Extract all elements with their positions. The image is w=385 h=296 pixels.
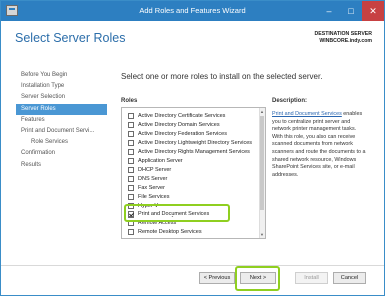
role-label: Fax Server [138, 185, 165, 191]
role-item[interactable]: Active Directory Domain Services [128, 121, 220, 130]
role-label: File Services [138, 194, 170, 200]
role-label: Active Directory Lightweight Directory S… [138, 140, 253, 146]
role-checkbox[interactable] [128, 175, 134, 182]
minimize-button[interactable]: – [318, 1, 340, 21]
role-label: DNS Server [138, 176, 168, 182]
role-label: Active Directory Federation Services [138, 131, 227, 137]
wizard-nav: Before You Begin Installation Type Serve… [16, 70, 107, 171]
title-bar[interactable]: Add Roles and Features Wizard – □ ✕ [1, 1, 384, 21]
destination-server-value: WINBCORE.indy.com [319, 38, 372, 44]
roles-scrollbar[interactable]: ▲ ▼ [259, 108, 265, 238]
nav-item-role-services[interactable]: Role Services [21, 137, 107, 148]
nav-item-features[interactable]: Features [21, 115, 107, 126]
maximize-button[interactable]: □ [340, 1, 362, 21]
previous-button[interactable]: < Previous [199, 272, 235, 284]
cancel-button[interactable]: Cancel [333, 272, 366, 284]
description-label: Description: [272, 98, 308, 104]
role-checkbox[interactable] [128, 130, 134, 137]
next-highlight-frame [235, 266, 280, 291]
nav-item-results[interactable]: Results [21, 160, 107, 171]
role-label: DHCP Server [138, 167, 172, 173]
scroll-down-icon[interactable]: ▼ [260, 232, 264, 237]
scroll-thumb[interactable] [260, 116, 264, 210]
role-label: Active Directory Certificate Services [138, 113, 226, 119]
main-heading: Select one or more roles to install on t… [121, 72, 323, 81]
role-item[interactable]: Active Directory Federation Services [128, 130, 227, 139]
role-checkbox[interactable] [128, 228, 134, 235]
role-checkbox[interactable] [128, 184, 134, 191]
role-item[interactable]: Active Directory Certificate Services [128, 112, 225, 121]
role-item[interactable]: Active Directory Rights Management Servi… [128, 148, 250, 157]
role-label: Application Server [138, 158, 183, 164]
nav-item-confirmation[interactable]: Confirmation [21, 148, 107, 159]
role-item[interactable]: DHCP Server [128, 166, 171, 175]
wizard-window: Add Roles and Features Wizard – □ ✕ Sele… [0, 0, 385, 296]
close-button[interactable]: ✕ [362, 1, 384, 21]
role-item[interactable]: Application Server [128, 157, 183, 166]
nav-item-print-document-services[interactable]: Print and Document Servi... [21, 126, 107, 137]
role-checkbox[interactable] [128, 121, 134, 128]
nav-item-server-selection[interactable]: Server Selection [21, 92, 107, 103]
roles-label: Roles [121, 98, 138, 104]
scroll-up-icon[interactable]: ▲ [260, 109, 264, 114]
nav-item-before-you-begin[interactable]: Before You Begin [21, 70, 107, 81]
role-highlight-frame [124, 204, 230, 222]
page-title: Select Server Roles [15, 31, 126, 45]
role-label: Remote Desktop Services [138, 229, 202, 235]
description-text: Print and Document Services enables you … [272, 111, 368, 179]
role-label: Active Directory Rights Management Servi… [138, 149, 250, 155]
description-body: enables you to centralize print server a… [272, 111, 366, 178]
role-checkbox[interactable] [128, 148, 134, 155]
role-label: Active Directory Domain Services [138, 122, 220, 128]
role-item[interactable]: Fax Server [128, 184, 165, 193]
role-checkbox[interactable] [128, 166, 134, 173]
install-button[interactable]: Install [295, 272, 328, 284]
role-item[interactable]: Remote Desktop Services [128, 228, 202, 237]
nav-item-installation-type[interactable]: Installation Type [21, 81, 107, 92]
footer-divider [1, 265, 384, 266]
description-link[interactable]: Print and Document Services [272, 111, 342, 117]
role-item[interactable]: DNS Server [128, 175, 167, 184]
role-checkbox[interactable] [128, 112, 134, 119]
role-item[interactable]: Active Directory Lightweight Directory S… [128, 139, 252, 148]
role-checkbox[interactable] [128, 139, 134, 146]
nav-item-server-roles[interactable]: Server Roles [16, 103, 107, 115]
role-item[interactable]: File Services [128, 193, 169, 202]
destination-server-label: DESTINATION SERVER [314, 31, 372, 37]
role-checkbox[interactable] [128, 193, 134, 200]
role-checkbox[interactable] [128, 157, 134, 164]
